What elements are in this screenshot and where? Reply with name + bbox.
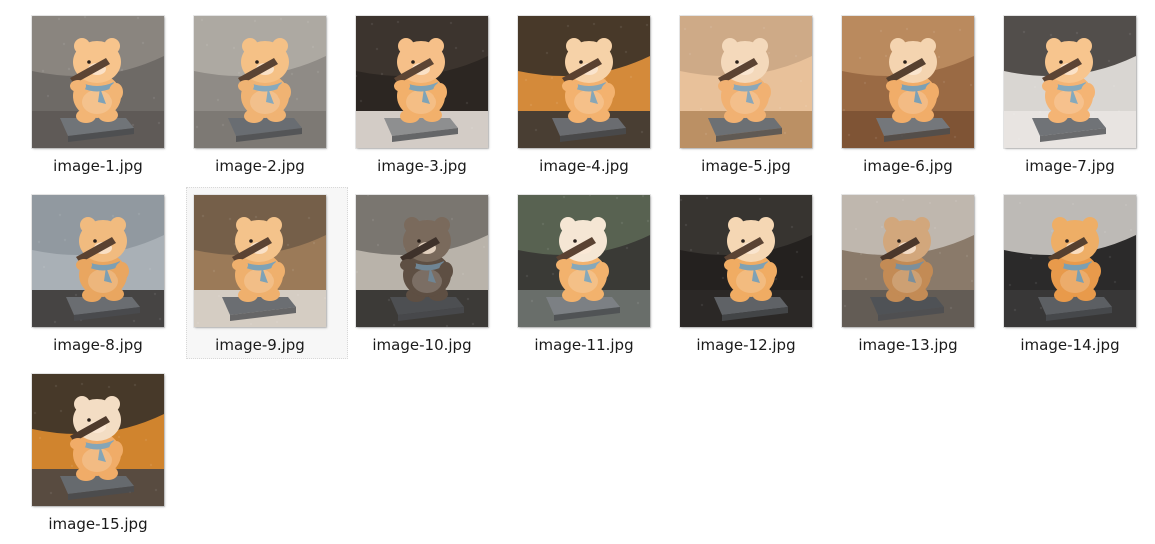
file-item[interactable]: image-4.jpg bbox=[510, 8, 672, 180]
file-name-label: image-7.jpg bbox=[1025, 157, 1115, 175]
image-preview bbox=[32, 374, 164, 506]
image-thumbnail bbox=[680, 195, 812, 327]
image-thumbnail bbox=[842, 195, 974, 327]
file-item[interactable]: image-10.jpg bbox=[348, 187, 510, 359]
image-preview bbox=[356, 195, 488, 327]
image-preview bbox=[518, 195, 650, 327]
image-thumbnail bbox=[518, 16, 650, 148]
image-thumbnail bbox=[32, 16, 164, 148]
image-preview bbox=[1004, 16, 1136, 148]
file-item[interactable]: image-8.jpg bbox=[24, 187, 186, 359]
image-thumbnail bbox=[1004, 195, 1136, 327]
file-item[interactable]: image-12.jpg bbox=[672, 187, 834, 359]
image-thumbnail bbox=[680, 16, 812, 148]
image-preview bbox=[680, 195, 812, 327]
file-name-label: image-8.jpg bbox=[53, 336, 143, 354]
file-name-label: image-12.jpg bbox=[696, 336, 796, 354]
image-preview bbox=[356, 16, 488, 148]
image-preview bbox=[194, 16, 326, 148]
file-item[interactable]: image-9.jpg bbox=[186, 187, 348, 359]
file-name-label: image-4.jpg bbox=[539, 157, 629, 175]
file-name-label: image-5.jpg bbox=[701, 157, 791, 175]
file-name-label: image-2.jpg bbox=[215, 157, 305, 175]
file-name-label: image-14.jpg bbox=[1020, 336, 1120, 354]
file-item[interactable]: image-2.jpg bbox=[186, 8, 348, 180]
file-item[interactable]: image-6.jpg bbox=[834, 8, 996, 180]
file-item[interactable]: image-7.jpg bbox=[996, 8, 1155, 180]
file-name-label: image-1.jpg bbox=[53, 157, 143, 175]
image-thumbnail bbox=[194, 195, 326, 327]
file-item[interactable]: image-11.jpg bbox=[510, 187, 672, 359]
image-preview bbox=[1004, 195, 1136, 327]
image-thumbnail bbox=[32, 374, 164, 506]
image-preview bbox=[32, 195, 164, 327]
file-item[interactable]: image-3.jpg bbox=[348, 8, 510, 180]
file-grid: image-1.jpg image-2.jpg image-3.jpg image-4… bbox=[24, 8, 1155, 544]
file-name-label: image-13.jpg bbox=[858, 336, 958, 354]
image-thumbnail bbox=[518, 195, 650, 327]
image-preview bbox=[842, 16, 974, 148]
file-item[interactable]: image-15.jpg bbox=[24, 366, 186, 538]
image-thumbnail bbox=[194, 16, 326, 148]
file-name-label: image-11.jpg bbox=[534, 336, 634, 354]
file-name-label: image-15.jpg bbox=[48, 515, 148, 533]
image-preview bbox=[194, 195, 326, 327]
image-thumbnail bbox=[842, 16, 974, 148]
file-name-label: image-6.jpg bbox=[863, 157, 953, 175]
file-name-label: image-9.jpg bbox=[215, 336, 305, 354]
image-preview bbox=[842, 195, 974, 327]
file-item[interactable]: image-5.jpg bbox=[672, 8, 834, 180]
image-preview bbox=[518, 16, 650, 148]
image-thumbnail bbox=[356, 195, 488, 327]
image-thumbnail bbox=[356, 16, 488, 148]
file-name-label: image-10.jpg bbox=[372, 336, 472, 354]
image-preview bbox=[32, 16, 164, 148]
image-thumbnail bbox=[1004, 16, 1136, 148]
file-name-label: image-3.jpg bbox=[377, 157, 467, 175]
file-item[interactable]: image-1.jpg bbox=[24, 8, 186, 180]
file-item[interactable]: image-14.jpg bbox=[996, 187, 1155, 359]
image-thumbnail bbox=[32, 195, 164, 327]
image-preview bbox=[680, 16, 812, 148]
file-item[interactable]: image-13.jpg bbox=[834, 187, 996, 359]
